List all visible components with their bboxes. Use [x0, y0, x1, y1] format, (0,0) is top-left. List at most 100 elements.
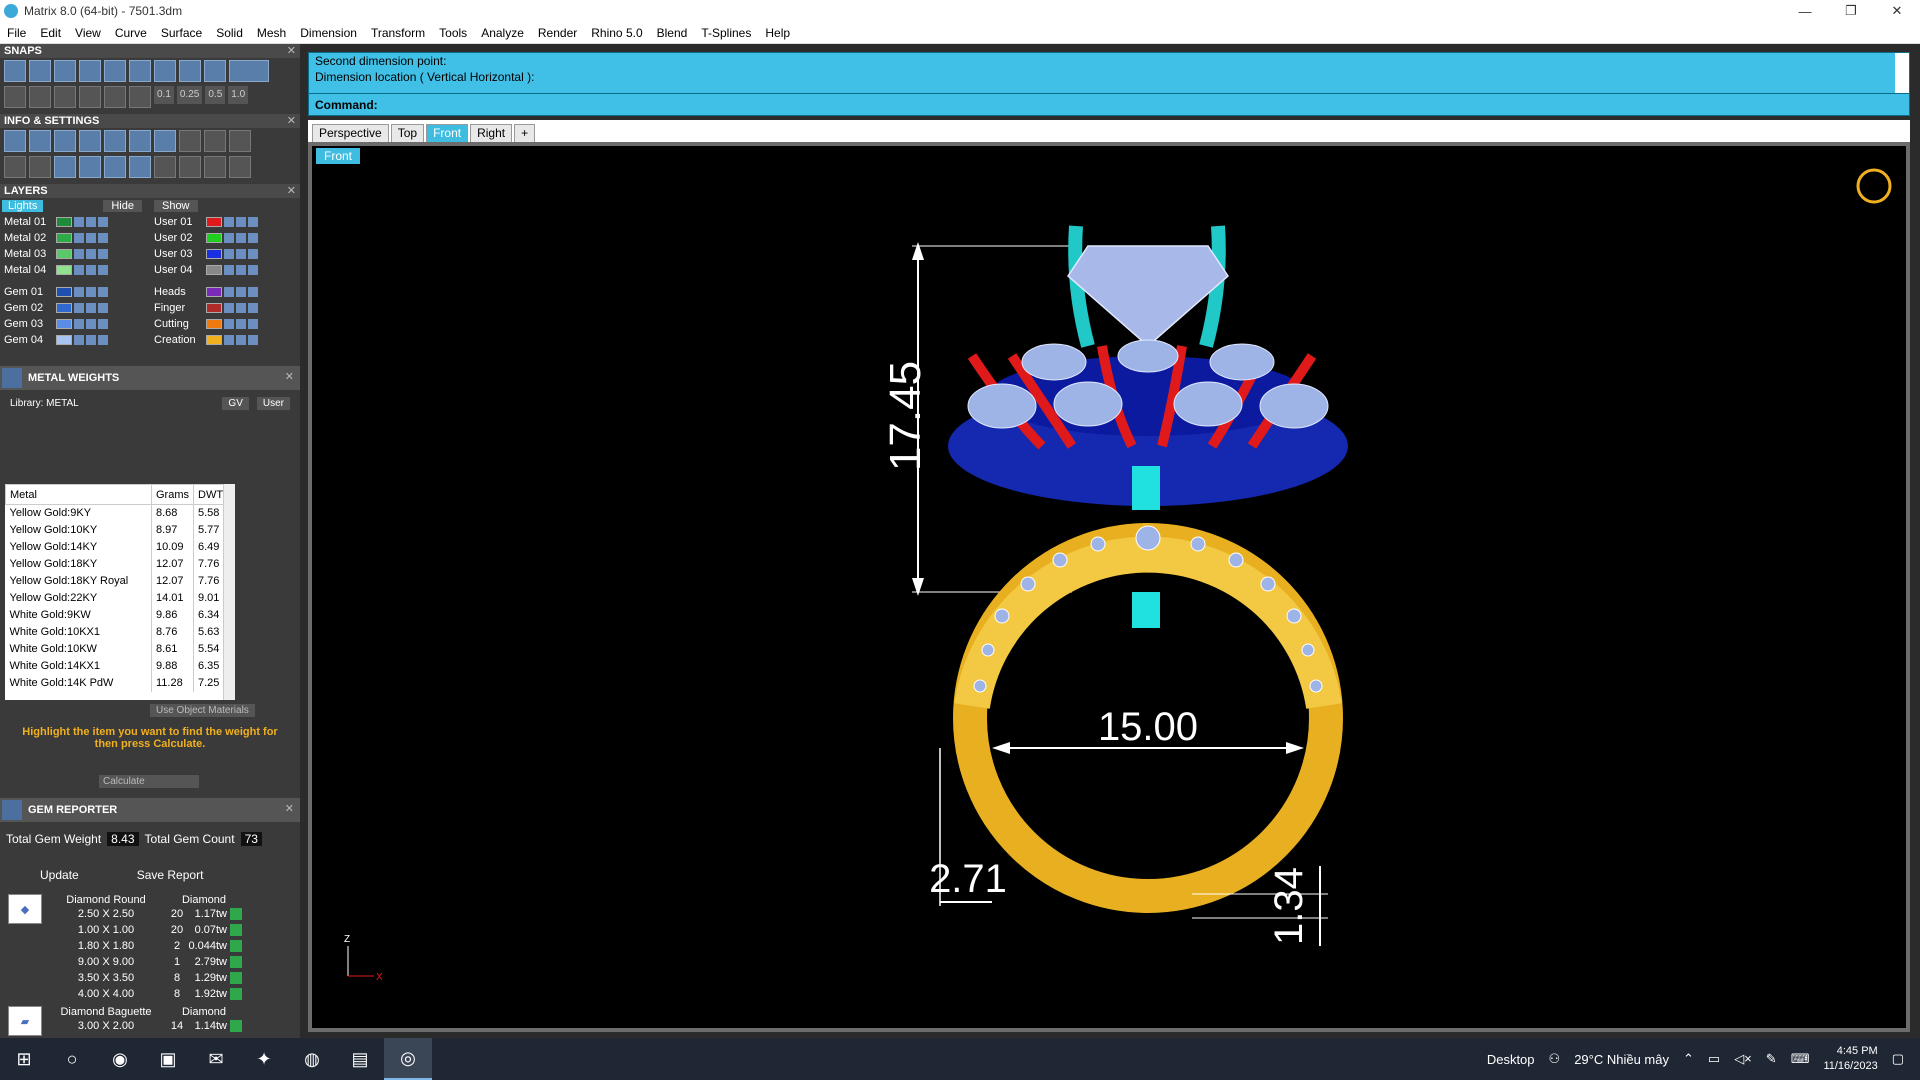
layer-color-swatch[interactable] [56, 265, 72, 275]
tab-top[interactable]: Top [390, 124, 425, 142]
viewport-front[interactable]: Front 17.45 15.00 2.71 1.34 Z X [308, 142, 1910, 1032]
table-row[interactable]: Yellow Gold:22KY 14.01 9.01 [5, 589, 229, 607]
menu-mesh[interactable]: Mesh [250, 26, 293, 40]
maximize-button[interactable]: ❐ [1828, 0, 1874, 22]
lock-icon[interactable] [74, 233, 84, 243]
lock-icon[interactable] [74, 287, 84, 297]
store-icon[interactable]: ▣ [144, 1038, 192, 1080]
box-icon[interactable] [79, 130, 101, 152]
metal-table-scrollbar[interactable] [223, 484, 235, 700]
col-metal[interactable]: Metal [5, 484, 152, 505]
menu-render[interactable]: Render [531, 26, 584, 40]
select-icon[interactable] [98, 335, 108, 345]
select-icon[interactable] [248, 233, 258, 243]
snap-mid-icon[interactable] [104, 60, 126, 82]
command-input[interactable]: Command: [309, 93, 1909, 115]
tool-a-icon[interactable] [179, 130, 201, 152]
snap-point-icon[interactable] [79, 60, 101, 82]
visible-icon[interactable] [86, 287, 96, 297]
lock-icon[interactable] [224, 303, 234, 313]
gem-row[interactable]: 1.00 X 1.00 20 0.07tw [46, 922, 242, 938]
desktop-toolbar[interactable]: Desktop [1487, 1052, 1535, 1067]
grid-view-icon[interactable] [154, 156, 176, 178]
sphere-icon[interactable] [54, 156, 76, 178]
select-icon[interactable] [248, 249, 258, 259]
visible-icon[interactable] [236, 335, 246, 345]
layer-row[interactable]: User 01 [150, 214, 300, 230]
hide-button[interactable]: Hide [103, 200, 142, 212]
lock-icon[interactable] [224, 335, 234, 345]
layer-color-swatch[interactable] [56, 249, 72, 259]
layer-row[interactable]: Metal 04 [0, 262, 150, 278]
lock-icon[interactable] [74, 319, 84, 329]
command-scrollbar[interactable] [1895, 53, 1909, 93]
people-icon[interactable]: ⚇ [1549, 1051, 1561, 1067]
visible-icon[interactable] [236, 265, 246, 275]
table-row[interactable]: White Gold:14K PdW 11.28 7.25 [5, 674, 229, 692]
ortho-icon[interactable] [29, 86, 51, 108]
lights-layer[interactable]: Lights [2, 200, 44, 212]
close-icon[interactable]: ✕ [287, 114, 296, 128]
visible-icon[interactable] [86, 335, 96, 345]
visible-icon[interactable] [86, 265, 96, 275]
clock[interactable]: 4:45 PM 11/16/2023 [1823, 1044, 1877, 1074]
layer-color-swatch[interactable] [206, 265, 222, 275]
gem-row[interactable]: 3.50 X 3.50 8 1.29tw [46, 970, 242, 986]
snap-quad-icon[interactable] [154, 60, 176, 82]
select-icon[interactable] [248, 265, 258, 275]
layer-color-swatch[interactable] [206, 335, 222, 345]
layer-row[interactable]: Gem 03 [0, 316, 150, 332]
settings-icon[interactable] [4, 130, 26, 152]
folder-icon[interactable]: ▤ [336, 1038, 384, 1080]
gumball-icon[interactable] [129, 86, 151, 108]
tool-e-icon[interactable] [204, 156, 226, 178]
go-arrow-icon[interactable] [230, 908, 242, 920]
table-row[interactable]: White Gold:9KW 9.86 6.34 [5, 606, 229, 624]
lock-icon[interactable] [224, 265, 234, 275]
minimize-button[interactable]: — [1782, 0, 1828, 22]
layer-color-swatch[interactable] [206, 233, 222, 243]
menu-tools[interactable]: Tools [432, 26, 474, 40]
snap-value-3[interactable]: 0.5 [205, 86, 226, 104]
select-icon[interactable] [248, 287, 258, 297]
select-icon[interactable] [248, 303, 258, 313]
lock-icon[interactable] [74, 335, 84, 345]
menu-blend[interactable]: Blend [650, 26, 695, 40]
cube-icon[interactable] [154, 130, 176, 152]
go-arrow-icon[interactable] [230, 924, 242, 936]
tool-b-icon[interactable] [204, 130, 226, 152]
tab-front[interactable]: Front [426, 124, 469, 142]
gem-row[interactable]: 9.00 X 9.00 1 2.79tw [46, 954, 242, 970]
table-row[interactable]: White Gold:14KX1 9.88 6.35 [5, 657, 229, 675]
save-report-button[interactable]: Save Report [137, 868, 204, 882]
user-toggle[interactable]: User [256, 396, 290, 410]
visible-icon[interactable] [86, 319, 96, 329]
select-icon[interactable] [98, 265, 108, 275]
layer-row[interactable]: Gem 02 [0, 300, 150, 316]
tool-c-icon[interactable] [229, 130, 251, 152]
gem-row[interactable]: 2.50 X 2.50 20 1.17tw [46, 906, 242, 922]
menu-transform[interactable]: Transform [364, 26, 432, 40]
select-icon[interactable] [248, 217, 258, 227]
go-arrow-icon[interactable] [230, 1020, 242, 1032]
use-object-materials-button[interactable]: Use Object Materials [150, 704, 255, 717]
snap-value-1[interactable]: 0.1 [154, 86, 174, 104]
table-row[interactable]: Yellow Gold:9KY 8.68 5.58 [5, 504, 229, 522]
visible-icon[interactable] [86, 303, 96, 313]
visible-icon[interactable] [236, 217, 246, 227]
lock-icon[interactable] [74, 217, 84, 227]
filter-icon[interactable] [104, 156, 126, 178]
visible-icon[interactable] [236, 303, 246, 313]
table-row[interactable]: White Gold:10KW 8.61 5.54 [5, 640, 229, 658]
visible-icon[interactable] [86, 249, 96, 259]
layer-color-swatch[interactable] [56, 233, 72, 243]
layer-row[interactable]: Cutting [150, 316, 300, 332]
layer-row[interactable]: Gem 04 [0, 332, 150, 348]
start-icon[interactable]: ⊞ [0, 1038, 48, 1080]
tab-perspective[interactable]: Perspective [312, 124, 389, 142]
add-tab-button[interactable]: + [514, 124, 536, 142]
menu-help[interactable]: Help [758, 26, 797, 40]
layer-row[interactable]: Heads [150, 284, 300, 300]
close-icon[interactable]: ✕ [285, 802, 294, 815]
col-grams[interactable]: Grams [151, 484, 194, 505]
